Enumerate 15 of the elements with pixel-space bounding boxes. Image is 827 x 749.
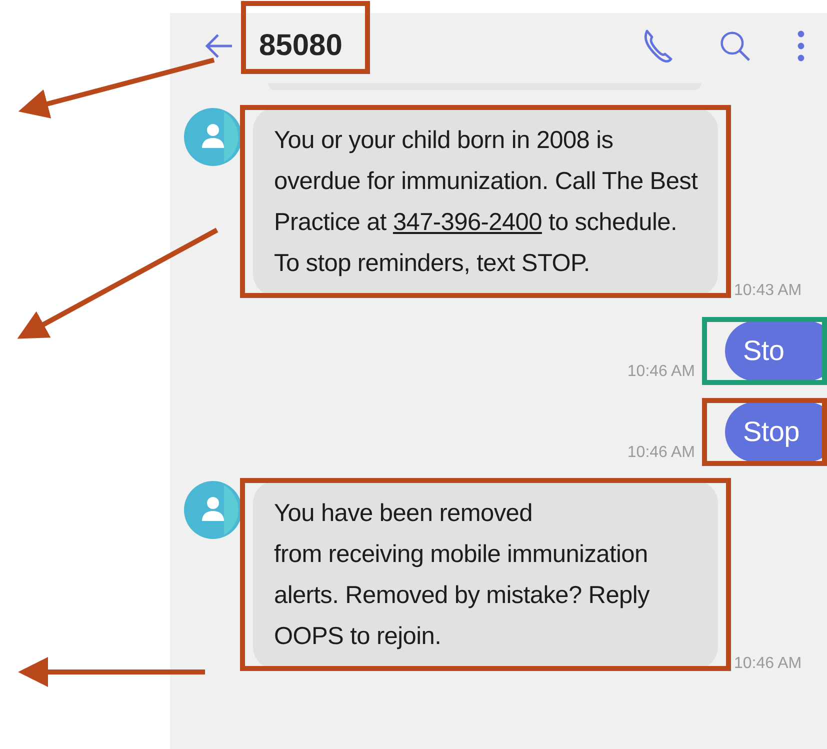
message-text: Stop — [743, 415, 800, 449]
message-text: You or your child born in 2008 is overdue for immunization. Call The Best Practice at 347-396-2400 to schedule. To stop reminders, text STOP. — [274, 126, 699, 279]
message-time: 10:46 AM — [627, 363, 695, 381]
search-icon[interactable] — [719, 29, 751, 63]
message-time: 10:46 AM — [734, 655, 802, 673]
message-text: Sto — [743, 334, 786, 368]
message-time: 10:43 AM — [734, 282, 802, 300]
phone-link[interactable]: 347-396-2400 — [392, 209, 542, 236]
message-text: You have been removed from receiving mobile immunization alerts. Removed by mistake? Reply OOPS to rejoin. — [274, 499, 651, 652]
more-icon[interactable] — [797, 30, 805, 62]
avatar-icon — [184, 481, 242, 539]
back-icon[interactable] — [204, 33, 234, 59]
avatar-icon — [184, 108, 242, 166]
message-time: 10:46 AM — [627, 444, 695, 462]
contact-title: 85080 — [259, 29, 342, 62]
